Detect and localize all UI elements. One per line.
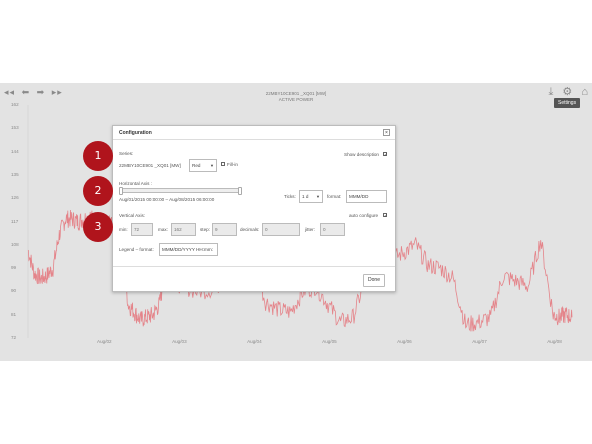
min-input[interactable]: 72 bbox=[131, 223, 153, 236]
legend-format-input[interactable]: MMM/DD/YYYY HH:mm: bbox=[159, 243, 218, 256]
auto-configure-label: auto configure bbox=[349, 213, 379, 218]
series-name: 22MBY10CE901 _XQ01 [MW] bbox=[119, 163, 181, 168]
chart-title: 22MBY10CE901 _XQ01 [MW] ACTIVE POWER bbox=[0, 91, 592, 102]
x-tick-label: Aug/04 bbox=[247, 339, 262, 344]
step-marker-1: 1 bbox=[83, 141, 113, 171]
dialog-footer-divider bbox=[113, 266, 395, 267]
range-slider[interactable] bbox=[119, 187, 242, 195]
y-tick-label: 81 bbox=[11, 311, 17, 317]
home-icon[interactable]: ⌂ bbox=[581, 86, 588, 98]
ticks-label: Ticks: bbox=[284, 194, 296, 199]
close-icon[interactable]: × bbox=[383, 129, 390, 136]
y-tick-label: 126 bbox=[11, 195, 19, 201]
decimals-label: decimals: bbox=[240, 227, 260, 232]
x-tick-label: Aug/08 bbox=[547, 339, 562, 344]
y-tick-label: 99 bbox=[11, 265, 17, 271]
settings-tooltip: Settings bbox=[554, 98, 581, 108]
jitter-label: jitter: bbox=[305, 227, 315, 232]
format-label: format: bbox=[327, 194, 342, 199]
max-label: max: bbox=[158, 227, 168, 232]
step-marker-3: 3 bbox=[83, 212, 113, 242]
step-marker-2: 2 bbox=[83, 176, 113, 206]
done-button[interactable]: Done bbox=[363, 274, 385, 287]
show-description-label: Show description bbox=[344, 152, 379, 157]
date-range-text: Aug/01/2015 00:00:00 – Aug/08/2015 06:00… bbox=[119, 197, 215, 202]
dialog-header: Configuration × bbox=[113, 126, 395, 140]
y-tick-label: 135 bbox=[11, 171, 19, 177]
y-tick-label: 90 bbox=[11, 288, 17, 294]
range-slider-end-handle[interactable] bbox=[238, 187, 242, 195]
decimals-input[interactable]: 0 bbox=[262, 223, 300, 236]
range-slider-start-handle[interactable] bbox=[119, 187, 123, 195]
ticks-value: 1 d bbox=[302, 194, 309, 199]
y-tick-label: 162 bbox=[11, 102, 19, 107]
x-tick-label: Aug/07 bbox=[472, 339, 487, 344]
auto-configure-checkbox[interactable]: ✓ bbox=[383, 213, 387, 218]
show-description-checkbox[interactable]: ✓ bbox=[383, 152, 387, 157]
x-tick-label: Aug/03 bbox=[172, 339, 187, 344]
y-tick-label: 72 bbox=[11, 335, 17, 340]
chevron-down-icon: ▼ bbox=[316, 194, 320, 199]
series-color-value: Red bbox=[192, 163, 201, 168]
vertical-axis-label: Vertical Axis: bbox=[119, 213, 146, 218]
chevron-down-icon: ▼ bbox=[210, 163, 214, 168]
legend-format-label: Legend – format: bbox=[119, 247, 154, 252]
y-tick-label: 117 bbox=[11, 218, 19, 224]
series-color-select[interactable]: Red ▼ bbox=[189, 159, 217, 172]
chart-title-line2: ACTIVE POWER bbox=[278, 96, 314, 102]
step-input[interactable]: 9 bbox=[212, 223, 237, 236]
max-input[interactable]: 162 bbox=[171, 223, 196, 236]
configuration-dialog: Configuration × Series: 22MBY10CE901 _XQ… bbox=[112, 125, 396, 292]
fill-in-label: Fill-in bbox=[227, 162, 238, 167]
y-tick-label: 144 bbox=[11, 148, 19, 154]
download-icon[interactable]: ⤓ bbox=[548, 86, 553, 98]
dialog-title: Configuration bbox=[119, 130, 152, 136]
x-tick-label: Aug/06 bbox=[397, 339, 412, 344]
chart-tools: ⤓ ⚙ ⌂ bbox=[542, 85, 588, 99]
series-label: Series: bbox=[119, 151, 134, 156]
min-label: min: bbox=[119, 227, 128, 232]
fill-in-checkbox[interactable] bbox=[221, 162, 225, 166]
format-input[interactable]: MMM/DD bbox=[346, 190, 387, 203]
jitter-input[interactable]: 0 bbox=[320, 223, 345, 236]
gear-icon[interactable]: ⚙ bbox=[562, 86, 572, 98]
step-label: step: bbox=[200, 227, 210, 232]
x-tick-label: Aug/02 bbox=[97, 339, 112, 344]
y-tick-label: 108 bbox=[11, 241, 19, 247]
x-tick-label: Aug/05 bbox=[322, 339, 337, 344]
ticks-select[interactable]: 1 d ▼ bbox=[299, 190, 323, 203]
y-tick-label: 153 bbox=[11, 125, 19, 131]
horizontal-axis-label: Horizontal Axis : bbox=[119, 181, 152, 186]
